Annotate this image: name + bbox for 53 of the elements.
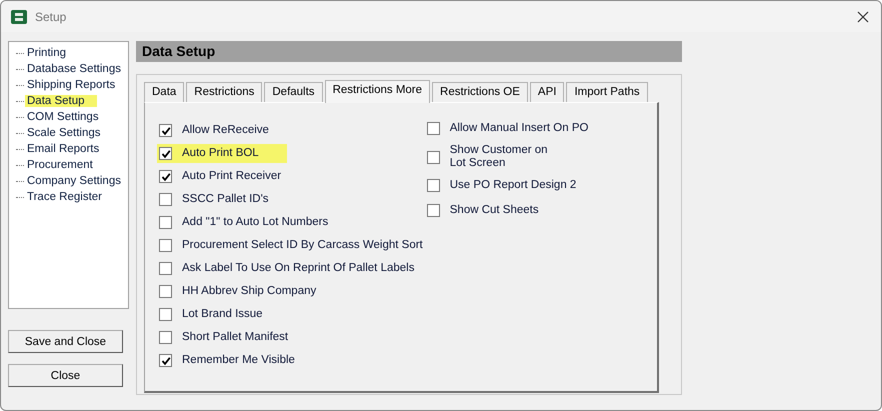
checkbox-label: Remember Me Visible xyxy=(182,354,295,367)
checkbox[interactable] xyxy=(159,216,172,229)
app-icon xyxy=(11,8,27,24)
checkbox[interactable] xyxy=(426,204,440,217)
tree-item[interactable]: Email Reports xyxy=(25,143,102,155)
checkbox[interactable] xyxy=(159,170,172,183)
checkbox-label: Show Customer on Lot Screen xyxy=(450,144,548,170)
checkbox-label: Auto Print Receiver xyxy=(182,170,282,183)
checkbox-label: Show Cut Sheets xyxy=(450,204,539,217)
checkbox-label: Short Pallet Manifest xyxy=(182,331,288,344)
checkbox[interactable] xyxy=(159,354,172,367)
tree-item[interactable]: Trace Register xyxy=(25,191,104,203)
tab[interactable]: Restrictions More xyxy=(324,80,430,103)
tree-item[interactable]: Database Settings xyxy=(25,63,123,75)
tab[interactable]: Restrictions xyxy=(186,82,262,102)
tree-item[interactable]: Scale Settings xyxy=(25,127,103,139)
tree-item[interactable]: Procurement xyxy=(25,159,95,171)
checkbox-label: Lot Brand Issue xyxy=(182,308,263,321)
checkbox[interactable] xyxy=(159,308,172,321)
tree-item[interactable]: Shipping Reports xyxy=(25,79,118,91)
close-button[interactable]: Close xyxy=(8,364,123,387)
checkbox-label: Ask Label To Use On Reprint Of Pallet Labels xyxy=(182,262,414,275)
checkbox-label: Allow ReReceive xyxy=(182,124,269,137)
checkbox-label: Use PO Report Design 2 xyxy=(450,179,576,192)
tab[interactable]: Restrictions OE xyxy=(432,82,528,102)
checkbox[interactable] xyxy=(159,124,172,137)
window-title: Setup xyxy=(35,10,66,24)
checkbox-label: Allow Manual Insert On PO xyxy=(450,122,588,135)
checkbox[interactable] xyxy=(159,331,172,344)
checkbox[interactable] xyxy=(159,285,172,298)
tree-item[interactable]: Data Setup xyxy=(25,95,97,107)
checkbox-label: HH Abbrev Ship Company xyxy=(182,285,316,298)
checkbox[interactable] xyxy=(426,150,440,164)
checkbox[interactable] xyxy=(426,122,440,135)
checkbox[interactable] xyxy=(159,239,172,252)
section-header: Data Setup xyxy=(136,41,682,62)
checkbox-label: SSCC Pallet ID's xyxy=(182,193,269,206)
checkbox-label: Procurement Select ID By Carcass Weight Sort xyxy=(182,239,423,252)
checkbox-label: Add "1" to Auto Lot Numbers xyxy=(182,216,328,229)
tab[interactable]: Defaults xyxy=(264,82,323,102)
checkbox[interactable] xyxy=(426,179,440,192)
checkbox[interactable] xyxy=(159,193,172,206)
checkbox[interactable] xyxy=(159,147,172,160)
tab[interactable]: Data xyxy=(144,82,184,102)
tree-item[interactable]: COM Settings xyxy=(25,111,101,123)
checkbox[interactable] xyxy=(159,262,172,275)
save-and-close-button[interactable]: Save and Close xyxy=(8,330,123,353)
tree-item[interactable]: Printing xyxy=(25,47,68,59)
close-icon[interactable] xyxy=(857,10,869,22)
tree-item[interactable]: Company Settings xyxy=(25,175,123,187)
tab[interactable]: API xyxy=(530,82,564,102)
tab[interactable]: Import Paths xyxy=(566,82,648,102)
checkbox-label: Auto Print BOL xyxy=(182,147,259,160)
